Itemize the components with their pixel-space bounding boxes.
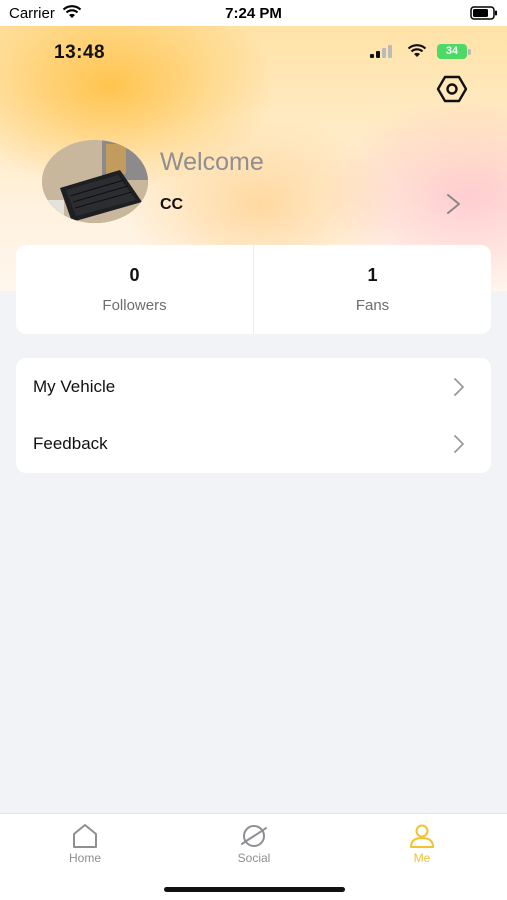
profile-chevron-icon[interactable] [444, 192, 464, 216]
followers-stat[interactable]: 0 Followers [16, 245, 253, 334]
chevron-right-icon [452, 433, 466, 455]
avatar[interactable] [42, 140, 148, 223]
tab-home[interactable]: Home [25, 814, 145, 874]
fans-label: Fans [355, 297, 390, 314]
fans-count: 1 [367, 265, 378, 285]
tab-bar: Home Social Me [0, 813, 507, 900]
menu-item-my-vehicle[interactable]: My Vehicle [16, 358, 491, 415]
hexagon-settings-icon [436, 75, 468, 108]
menu-item-feedback[interactable]: Feedback [16, 415, 491, 472]
home-indicator [164, 887, 345, 892]
battery-tip-icon [468, 49, 471, 55]
home-icon [70, 822, 100, 850]
tab-me[interactable]: Me [362, 814, 482, 874]
menu-item-label: Feedback [33, 434, 108, 453]
battery-icon [470, 6, 498, 20]
signal-icon [370, 44, 396, 63]
chevron-right-icon [452, 376, 466, 398]
followers-label: Followers [102, 297, 167, 314]
system-status-bar: Carrier 7:24 PM [0, 0, 507, 26]
welcome-text: Welcome [160, 148, 264, 176]
fans-stat[interactable]: 1 Fans [253, 245, 491, 334]
stats-card: 0 Followers 1 Fans [16, 245, 491, 334]
settings-button[interactable] [436, 74, 468, 104]
menu-card: My Vehicle Feedback [16, 358, 491, 473]
person-icon [407, 822, 437, 850]
app-battery-level: 34 [437, 44, 467, 59]
app-wifi-icon [406, 43, 428, 64]
tab-label: Me [413, 851, 431, 865]
tab-social[interactable]: Social [194, 814, 314, 874]
planet-icon [239, 822, 269, 850]
menu-item-label: My Vehicle [33, 377, 116, 396]
system-time: 7:24 PM [225, 5, 282, 22]
tab-label: Social [237, 851, 271, 865]
username: CC [160, 196, 184, 213]
app-status-time: 13:48 [54, 42, 106, 63]
followers-count: 0 [129, 265, 140, 285]
tab-label: Home [68, 851, 101, 865]
